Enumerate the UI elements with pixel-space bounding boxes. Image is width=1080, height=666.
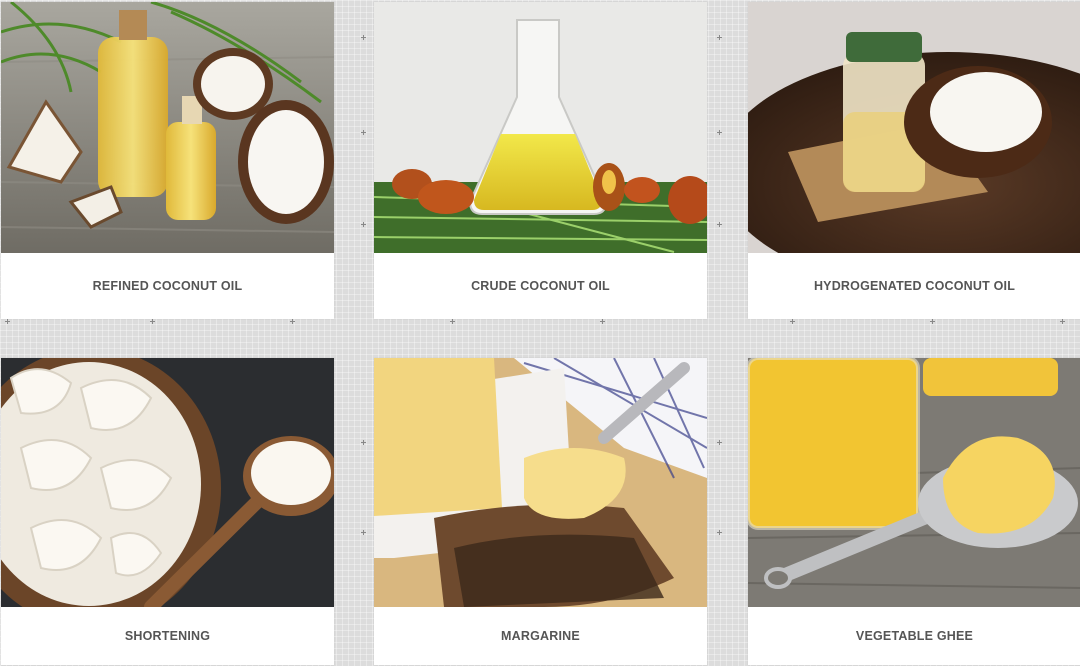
grid-marker — [361, 440, 366, 445]
grid-marker — [717, 530, 722, 535]
refined-coconut-oil-photo — [1, 2, 334, 253]
product-card-shortening[interactable]: SHORTENING — [1, 358, 334, 665]
product-card-hydrogenated-coconut-oil[interactable]: HYDROGENATED COCONUT OIL — [748, 2, 1080, 319]
product-name[interactable]: SHORTENING — [1, 607, 334, 665]
grid-marker — [717, 222, 722, 227]
grid-marker — [361, 530, 366, 535]
grid-marker — [361, 222, 366, 227]
product-name[interactable]: VEGETABLE GHEE — [748, 607, 1080, 665]
grid-marker — [361, 35, 366, 40]
grid-marker — [717, 35, 722, 40]
hydrogenated-coconut-oil-photo — [748, 2, 1080, 253]
grid-marker — [790, 319, 795, 324]
grid-marker — [5, 319, 10, 324]
product-card-refined-coconut-oil[interactable]: REFINED COCONUT OIL — [1, 2, 334, 319]
grid-marker — [150, 319, 155, 324]
grid-marker — [600, 319, 605, 324]
grid-marker — [717, 130, 722, 135]
product-card-vegetable-ghee[interactable]: VEGETABLE GHEE — [748, 358, 1080, 665]
grid-marker — [361, 130, 366, 135]
product-name[interactable]: CRUDE COCONUT OIL — [374, 253, 707, 319]
grid-marker — [930, 319, 935, 324]
vegetable-ghee-photo — [748, 358, 1080, 607]
crude-coconut-oil-photo — [374, 2, 707, 253]
product-card-crude-coconut-oil[interactable]: CRUDE COCONUT OIL — [374, 2, 707, 319]
product-name[interactable]: REFINED COCONUT OIL — [1, 253, 334, 319]
grid-marker — [290, 319, 295, 324]
shortening-photo — [1, 358, 334, 607]
grid-marker — [1060, 319, 1065, 324]
product-card-margarine[interactable]: MARGARINE — [374, 358, 707, 665]
margarine-photo — [374, 358, 707, 607]
product-name[interactable]: HYDROGENATED COCONUT OIL — [748, 253, 1080, 319]
grid-marker — [450, 319, 455, 324]
product-name[interactable]: MARGARINE — [374, 607, 707, 665]
grid-marker — [717, 440, 722, 445]
